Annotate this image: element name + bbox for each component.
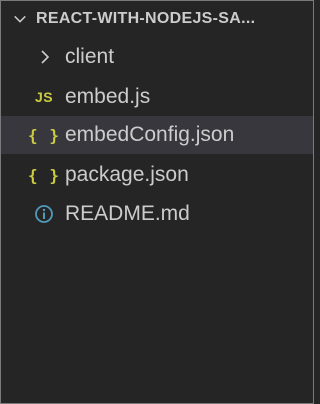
json-file-icon: { }	[28, 165, 60, 185]
json-file-icon: { }	[28, 125, 60, 145]
info-icon	[32, 204, 56, 224]
section-title: REACT-WITH-NODEJS-SA...	[36, 10, 256, 27]
js-file-icon: JS	[34, 89, 54, 105]
chevron-down-icon[interactable]	[13, 12, 27, 26]
tree-item-client-folder[interactable]: client	[1, 38, 313, 76]
tree-item-embedconfig-json[interactable]: { } embedConfig.json	[1, 116, 313, 154]
tree-item-embed-js[interactable]: JS embed.js	[1, 78, 313, 116]
chevron-right-icon[interactable]	[39, 49, 51, 65]
tree-item-package-json[interactable]: { } package.json	[1, 156, 313, 194]
tree-item-label: client	[65, 45, 115, 68]
tree-item-label: embedConfig.json	[65, 123, 235, 146]
tree-item-label: README.md	[65, 202, 190, 225]
explorer-section-header[interactable]: REACT-WITH-NODEJS-SA...	[13, 6, 308, 32]
tree-item-readme-md[interactable]: README.md	[1, 195, 313, 233]
tree-item-label: embed.js	[65, 85, 151, 108]
tree-item-label: package.json	[65, 163, 189, 186]
file-explorer-panel: REACT-WITH-NODEJS-SA... client JS embed.…	[0, 0, 314, 404]
